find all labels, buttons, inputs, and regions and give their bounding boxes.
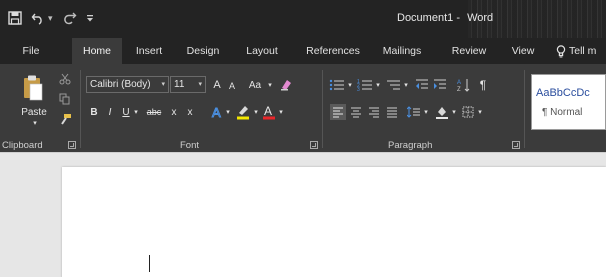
tab-home[interactable]: Home (72, 38, 122, 64)
strikethrough-button[interactable]: abc (143, 104, 165, 120)
svg-text:A: A (457, 80, 461, 86)
clipboard-launcher-icon[interactable] (68, 141, 76, 149)
change-case-button[interactable]: Aa (244, 77, 266, 93)
paste-button[interactable]: Paste (20, 106, 48, 118)
italic-button[interactable]: I (104, 104, 116, 120)
bold-button[interactable]: B (88, 104, 100, 120)
document-page[interactable] (62, 167, 606, 277)
chevron-down-icon: ▾ (161, 81, 165, 88)
chevron-down-icon[interactable]: ▾ (224, 106, 232, 118)
underline-button[interactable]: U (120, 104, 132, 120)
grow-font-button[interactable]: A (210, 77, 224, 93)
borders-icon[interactable] (460, 104, 476, 120)
chevron-down-icon[interactable]: ▾ (277, 106, 285, 118)
lightbulb-icon (556, 44, 566, 57)
style-sample-text: AaBbCcDc (536, 87, 590, 99)
tab-file[interactable]: File (14, 38, 48, 64)
app-name: Word (467, 12, 494, 24)
font-name-value: Calibri (Body) (90, 79, 151, 90)
svg-text:Z: Z (457, 87, 461, 92)
line-spacing-icon[interactable] (406, 104, 422, 120)
svg-text:A: A (212, 105, 221, 119)
tell-me-label: Tell m (569, 45, 597, 57)
paste-icon[interactable] (22, 74, 44, 102)
svg-text:A: A (264, 104, 272, 118)
font-launcher-icon[interactable] (310, 141, 318, 149)
chevron-down-icon[interactable]: ▾ (402, 79, 410, 91)
chevron-down-icon[interactable]: ▾ (266, 79, 274, 91)
align-center-icon[interactable] (348, 104, 364, 120)
justify-icon[interactable] (384, 104, 400, 120)
subscript-button[interactable]: x (168, 104, 180, 120)
window-title: Document1 - Word (397, 12, 493, 24)
group-divider (80, 70, 81, 148)
text-effects-icon[interactable]: A (210, 104, 224, 120)
svg-text:3: 3 (357, 87, 360, 92)
chevron-down-icon[interactable]: ▾ (346, 79, 354, 91)
tab-insert[interactable]: Insert (128, 38, 170, 64)
chevron-down-icon: ▾ (198, 81, 202, 88)
cut-icon[interactable] (58, 72, 72, 86)
tab-layout[interactable]: Layout (240, 38, 284, 64)
show-formatting-icon[interactable]: ¶ (476, 77, 490, 93)
copy-icon[interactable] (58, 92, 72, 106)
ribbon-tabs: File Home Insert Design Layout Reference… (0, 38, 606, 64)
tab-references[interactable]: References (300, 38, 366, 64)
title-bar: ▾ Document1 - Word (0, 0, 606, 38)
group-divider (524, 70, 525, 148)
tab-review[interactable]: Review (444, 38, 494, 64)
quick-access-toolbar: ▾ (8, 9, 103, 27)
chevron-down-icon[interactable]: ▾ (132, 106, 140, 118)
chevron-down-icon[interactable]: ▾ (374, 79, 382, 91)
multilevel-list-icon[interactable] (384, 77, 402, 93)
text-cursor (149, 255, 150, 272)
chevron-down-icon[interactable]: ▾ (252, 106, 260, 118)
font-size-dropdown[interactable]: 11 ▾ (170, 76, 206, 93)
align-right-icon[interactable] (366, 104, 382, 120)
chevron-down-icon[interactable]: ▾ (450, 106, 458, 118)
undo-icon[interactable] (31, 9, 45, 27)
align-left-icon[interactable] (330, 104, 346, 120)
font-name-dropdown[interactable]: Calibri (Body) ▾ (86, 76, 169, 93)
style-normal[interactable]: AaBbCcDc ¶ Normal (531, 74, 606, 130)
font-group-label: Font (180, 140, 200, 151)
shrink-font-button[interactable]: A (226, 79, 238, 93)
redo-icon[interactable] (63, 9, 77, 27)
ribbon: Paste ▾ Clipboard Calibri (Body) ▾ 11 ▾ … (0, 64, 606, 152)
numbering-icon[interactable]: 123 (356, 77, 374, 93)
format-painter-icon[interactable] (58, 112, 72, 126)
paragraph-launcher-icon[interactable] (512, 141, 520, 149)
tab-view[interactable]: View (506, 38, 540, 64)
document-name: Document1 (397, 12, 454, 24)
shading-icon[interactable] (434, 104, 450, 120)
highlight-color-icon[interactable] (234, 103, 252, 121)
superscript-button[interactable]: x (184, 104, 196, 120)
font-color-button[interactable]: A (261, 103, 277, 121)
paste-dropdown-icon[interactable]: ▾ (30, 119, 40, 127)
decrease-indent-icon[interactable] (414, 77, 430, 93)
clipboard-group-label: Clipboard (2, 140, 43, 151)
increase-indent-icon[interactable] (432, 77, 448, 93)
customize-qat-icon[interactable] (86, 9, 94, 27)
tell-me-search[interactable]: Tell m (556, 38, 596, 64)
style-name-label: ¶ Normal (542, 107, 583, 118)
chevron-down-icon[interactable]: ▾ (476, 106, 484, 118)
tab-mailings[interactable]: Mailings (376, 38, 428, 64)
save-icon[interactable] (8, 9, 22, 27)
tab-design[interactable]: Design (180, 38, 226, 64)
sort-icon[interactable]: AZ (456, 77, 472, 93)
group-divider (322, 70, 323, 148)
undo-dropdown-icon[interactable]: ▾ (48, 13, 53, 24)
font-size-value: 11 (174, 79, 185, 90)
clear-formatting-icon[interactable] (278, 77, 294, 93)
document-area (0, 152, 606, 277)
chevron-down-icon[interactable]: ▾ (422, 106, 430, 118)
title-separator: - (456, 12, 460, 24)
paragraph-group-label: Paragraph (388, 140, 433, 151)
bullets-icon[interactable] (328, 77, 346, 93)
